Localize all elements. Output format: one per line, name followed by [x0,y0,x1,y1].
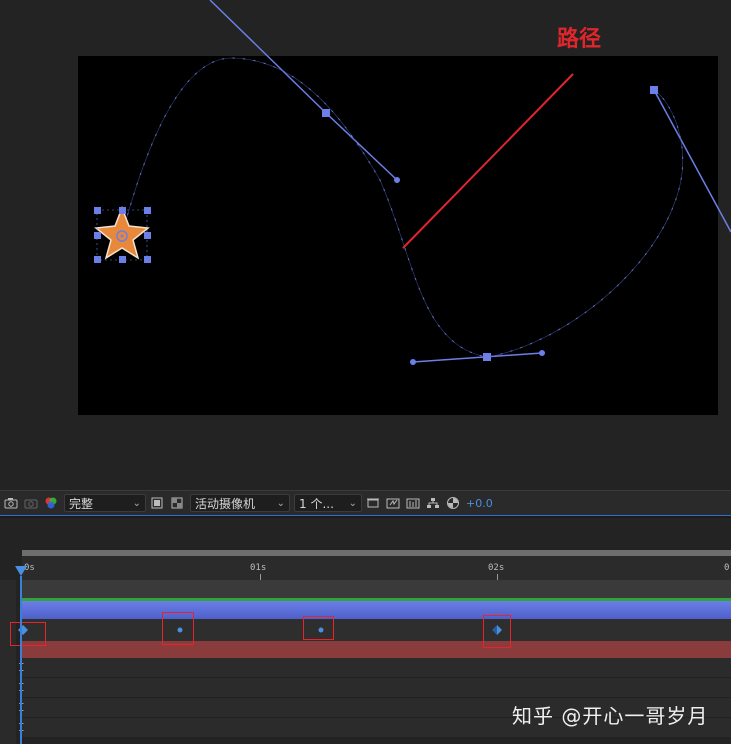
chevron-down-icon: ⌄ [276,497,285,509]
path-vertex[interactable] [650,86,658,94]
handle-endpoint[interactable] [410,359,416,365]
bbox-handle [119,256,126,263]
camera-dropdown[interactable]: 活动摄像机 ⌄ [190,494,290,512]
keyframe-highlight-box [483,615,511,648]
camera-icon[interactable] [2,494,20,512]
camera-value: 活动摄像机 [195,496,256,511]
handle-endpoint[interactable] [539,350,545,356]
fast-preview-icon[interactable] [384,494,402,512]
tick-label-02s: 02s [488,563,505,573]
handle-endpoint[interactable] [394,177,400,183]
path-annotation-label: 路径 [557,27,602,52]
watermark: 知乎 @开心一哥岁月 [512,704,709,728]
transparency-grid-icon[interactable] [168,494,186,512]
playhead-handle[interactable] [15,566,27,576]
view-layout-value: 1 个... [299,496,334,511]
playhead-line[interactable] [20,576,22,744]
view-layout-dropdown[interactable]: 1 个... ⌄ [294,494,362,512]
time-ruler[interactable]: 0s 01s 02s 0 [22,556,731,580]
keyframe-highlight-box [10,622,46,646]
exposure-value[interactable]: +0.0 [466,497,493,510]
layer-duration-bar[interactable] [22,601,731,619]
bbox-handle [94,256,101,263]
pixel-aspect-icon[interactable] [364,494,382,512]
chevron-down-icon: ⌄ [348,497,357,509]
bbox-handle [119,207,126,214]
resolution-value: 完整 [69,496,94,511]
keyframe-highlight-box [162,612,194,645]
reset-exposure-icon[interactable] [444,494,462,512]
bbox-handle [144,256,151,263]
composition-frame [78,56,718,415]
property-track-red [22,641,731,658]
position-keyframe-track [22,619,731,641]
color-channel-icon[interactable] [42,494,60,512]
bbox-handle [144,207,151,214]
tick-label-01s: 01s [250,563,267,573]
viewer-toolbar: 完整 ⌄ 活动摄像机 ⌄ 1 个... ⌄ +0.0 [0,490,731,515]
property-row [22,678,731,698]
tick-label-end: 0 [724,563,730,573]
region-of-interest-icon[interactable] [148,494,166,512]
path-vertex[interactable] [322,109,330,117]
bbox-handle [94,232,101,239]
resolution-dropdown[interactable]: 完整 ⌄ [64,494,146,512]
bbox-handle [144,232,151,239]
flowchart-icon[interactable] [424,494,442,512]
composition-duration-track [22,580,731,598]
path-vertex[interactable] [483,353,491,361]
show-snapshot-icon[interactable] [22,494,40,512]
bbox-handle [94,207,101,214]
keyframe-highlight-box [303,616,334,640]
composition-viewer[interactable]: 路径 [0,0,731,490]
composition-canvas[interactable] [0,0,731,490]
chevron-down-icon: ⌄ [132,497,141,509]
property-row [22,658,731,678]
layer-outline-column [0,580,16,744]
timeline-icon[interactable] [404,494,422,512]
